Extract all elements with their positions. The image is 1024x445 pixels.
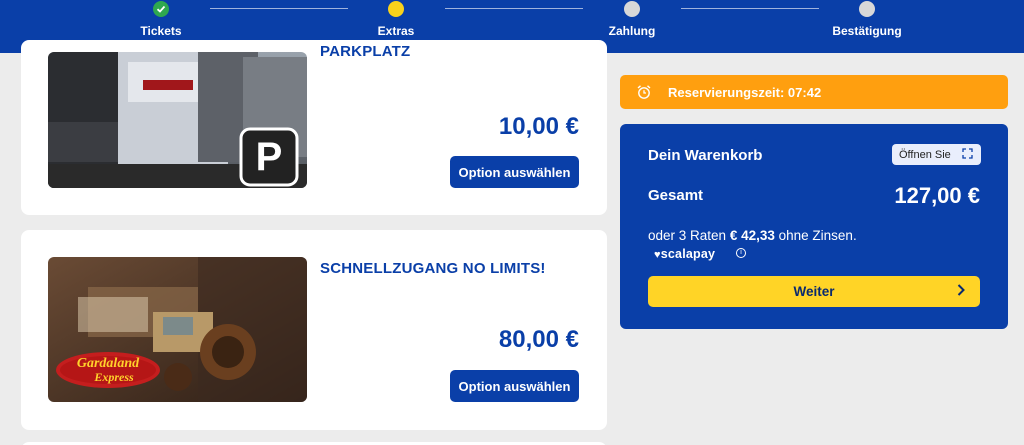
select-option-button[interactable]: Option auswählen <box>450 156 579 188</box>
step-dot <box>388 1 404 17</box>
select-option-button[interactable]: Option auswählen <box>450 370 579 402</box>
step-dot <box>624 1 640 17</box>
installment-suffix: ohne Zinsen. <box>778 228 857 243</box>
installment-amount: € 42,33 <box>729 228 775 243</box>
parking-image: P <box>48 52 307 188</box>
step-label: Tickets <box>140 24 182 38</box>
step-bestaetigung[interactable]: Bestätigung <box>797 0 937 38</box>
svg-text:P: P <box>256 135 283 179</box>
expand-icon <box>962 148 973 162</box>
check-icon <box>153 1 169 17</box>
product-title: PARKPLATZ <box>320 43 411 60</box>
reservation-timer: Reservierungszeit: 07:42 <box>620 75 1008 109</box>
installment-prefix: oder 3 Raten <box>648 228 727 243</box>
open-cart-button[interactable]: Öffnen Sie <box>892 144 981 165</box>
product-title: SCHNELLZUGANG NO LIMITS! <box>320 260 546 277</box>
info-icon[interactable]: i <box>736 248 746 258</box>
step-extras[interactable]: Extras <box>326 0 466 38</box>
scalapay-logo: ♥scalapay <box>654 247 715 261</box>
step-tickets[interactable]: Tickets <box>91 0 231 38</box>
svg-text:Express: Express <box>93 370 134 384</box>
product-card-parking: P PARKPLATZ 10,00 € Option auswählen <box>21 40 607 215</box>
gardaland-logo: Gardaland <box>77 356 140 371</box>
cart-summary: Dein Warenkorb Öffnen Sie Gesamt 127,00 … <box>620 124 1008 329</box>
cart-title: Dein Warenkorb <box>648 147 763 164</box>
heart-icon: ♥ <box>654 249 661 261</box>
total-value: 127,00 € <box>894 183 980 208</box>
step-label: Extras <box>377 24 415 38</box>
step-dot <box>859 1 875 17</box>
product-price: 80,00 € <box>498 326 579 353</box>
total-label: Gesamt <box>648 187 704 204</box>
product-price: 10,00 € <box>498 113 579 140</box>
ride-image: Gardaland Express <box>48 257 307 402</box>
continue-label: Weiter <box>793 284 835 299</box>
step-zahlung[interactable]: Zahlung <box>562 0 702 38</box>
open-cart-label: Öffnen Sie <box>899 148 951 161</box>
timer-text: Reservierungszeit: 07:42 <box>668 85 822 100</box>
step-label: Bestätigung <box>832 24 902 38</box>
provider-name: scalapay <box>660 247 716 261</box>
product-card-fast-access: Gardaland Express SCHNELLZUGANG NO LIMIT… <box>21 230 607 430</box>
chevron-right-icon <box>956 283 966 300</box>
installment-text: oder 3 Raten € 42,33 ohne Zinsen. <box>648 228 857 243</box>
alarm-clock-icon <box>636 84 652 103</box>
continue-button[interactable]: Weiter <box>648 276 980 307</box>
step-label: Zahlung <box>608 24 656 38</box>
